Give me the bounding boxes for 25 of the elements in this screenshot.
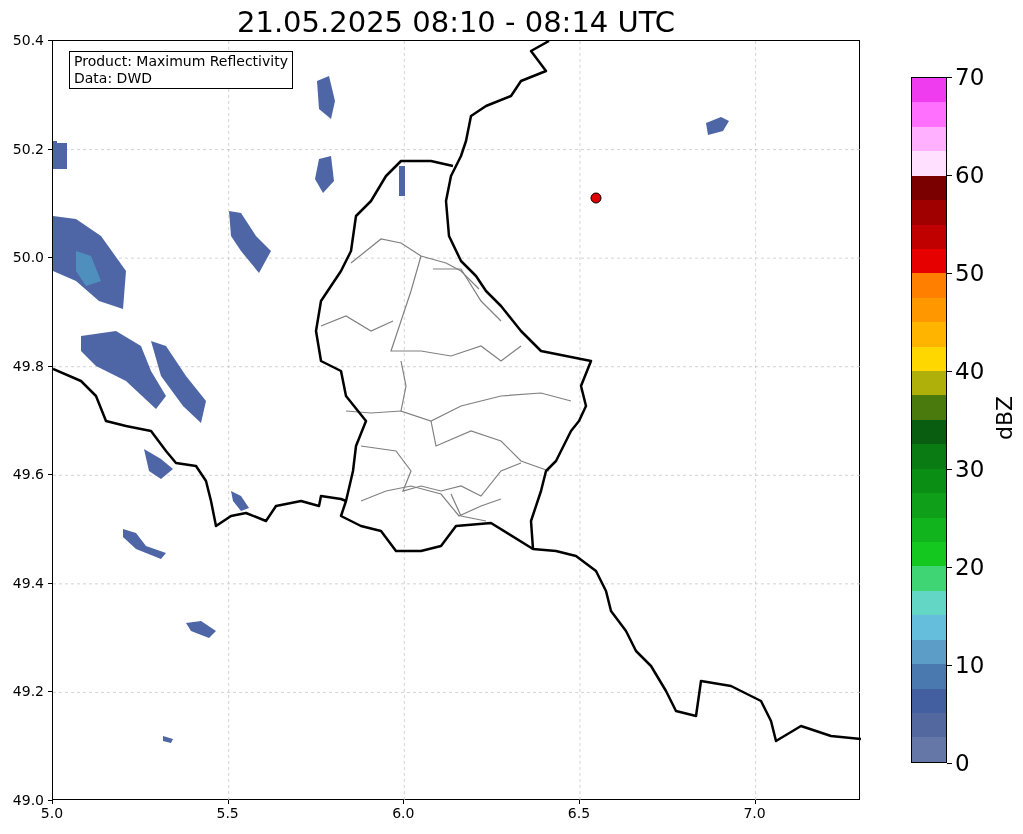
x-tick-label: 6.5 xyxy=(567,806,591,820)
y-tick-label: 49.6 xyxy=(12,467,44,482)
x-tick-label: 5.5 xyxy=(216,806,239,820)
x-tick-label: 6.0 xyxy=(392,806,415,820)
y-tick-label: 49.2 xyxy=(12,684,44,699)
y-tick-label: 49.0 xyxy=(12,793,44,807)
colorbar-tick-label: 10 xyxy=(955,653,985,677)
x-tick-label: 7.0 xyxy=(743,806,766,820)
colorbar-tick-label: 40 xyxy=(955,359,985,383)
colorbar-tick-label: 60 xyxy=(955,163,985,187)
info-box: Product: Maximum Reflectivity Data: DWD xyxy=(69,51,293,89)
y-tick-label: 49.8 xyxy=(12,358,44,373)
x-tick-label: 5.0 xyxy=(40,806,64,820)
colorbar-tick-label: 0 xyxy=(955,751,970,775)
colorbar-label: dBZ xyxy=(994,394,1016,443)
chart-title: 21.05.2025 08:10 - 08:14 UTC xyxy=(237,3,675,37)
y-tick-label: 50.4 xyxy=(12,33,44,47)
colorbar-tick-label: 50 xyxy=(955,261,985,285)
colorbar-tick-label: 70 xyxy=(955,65,985,89)
colorbar-tick-label: 20 xyxy=(955,555,985,579)
colorbar-tick-label: 30 xyxy=(955,457,985,481)
y-tick-label: 50.0 xyxy=(12,250,44,265)
location-marker xyxy=(590,192,602,204)
y-tick-label: 49.4 xyxy=(12,575,44,590)
y-tick-label: 50.2 xyxy=(12,141,44,156)
